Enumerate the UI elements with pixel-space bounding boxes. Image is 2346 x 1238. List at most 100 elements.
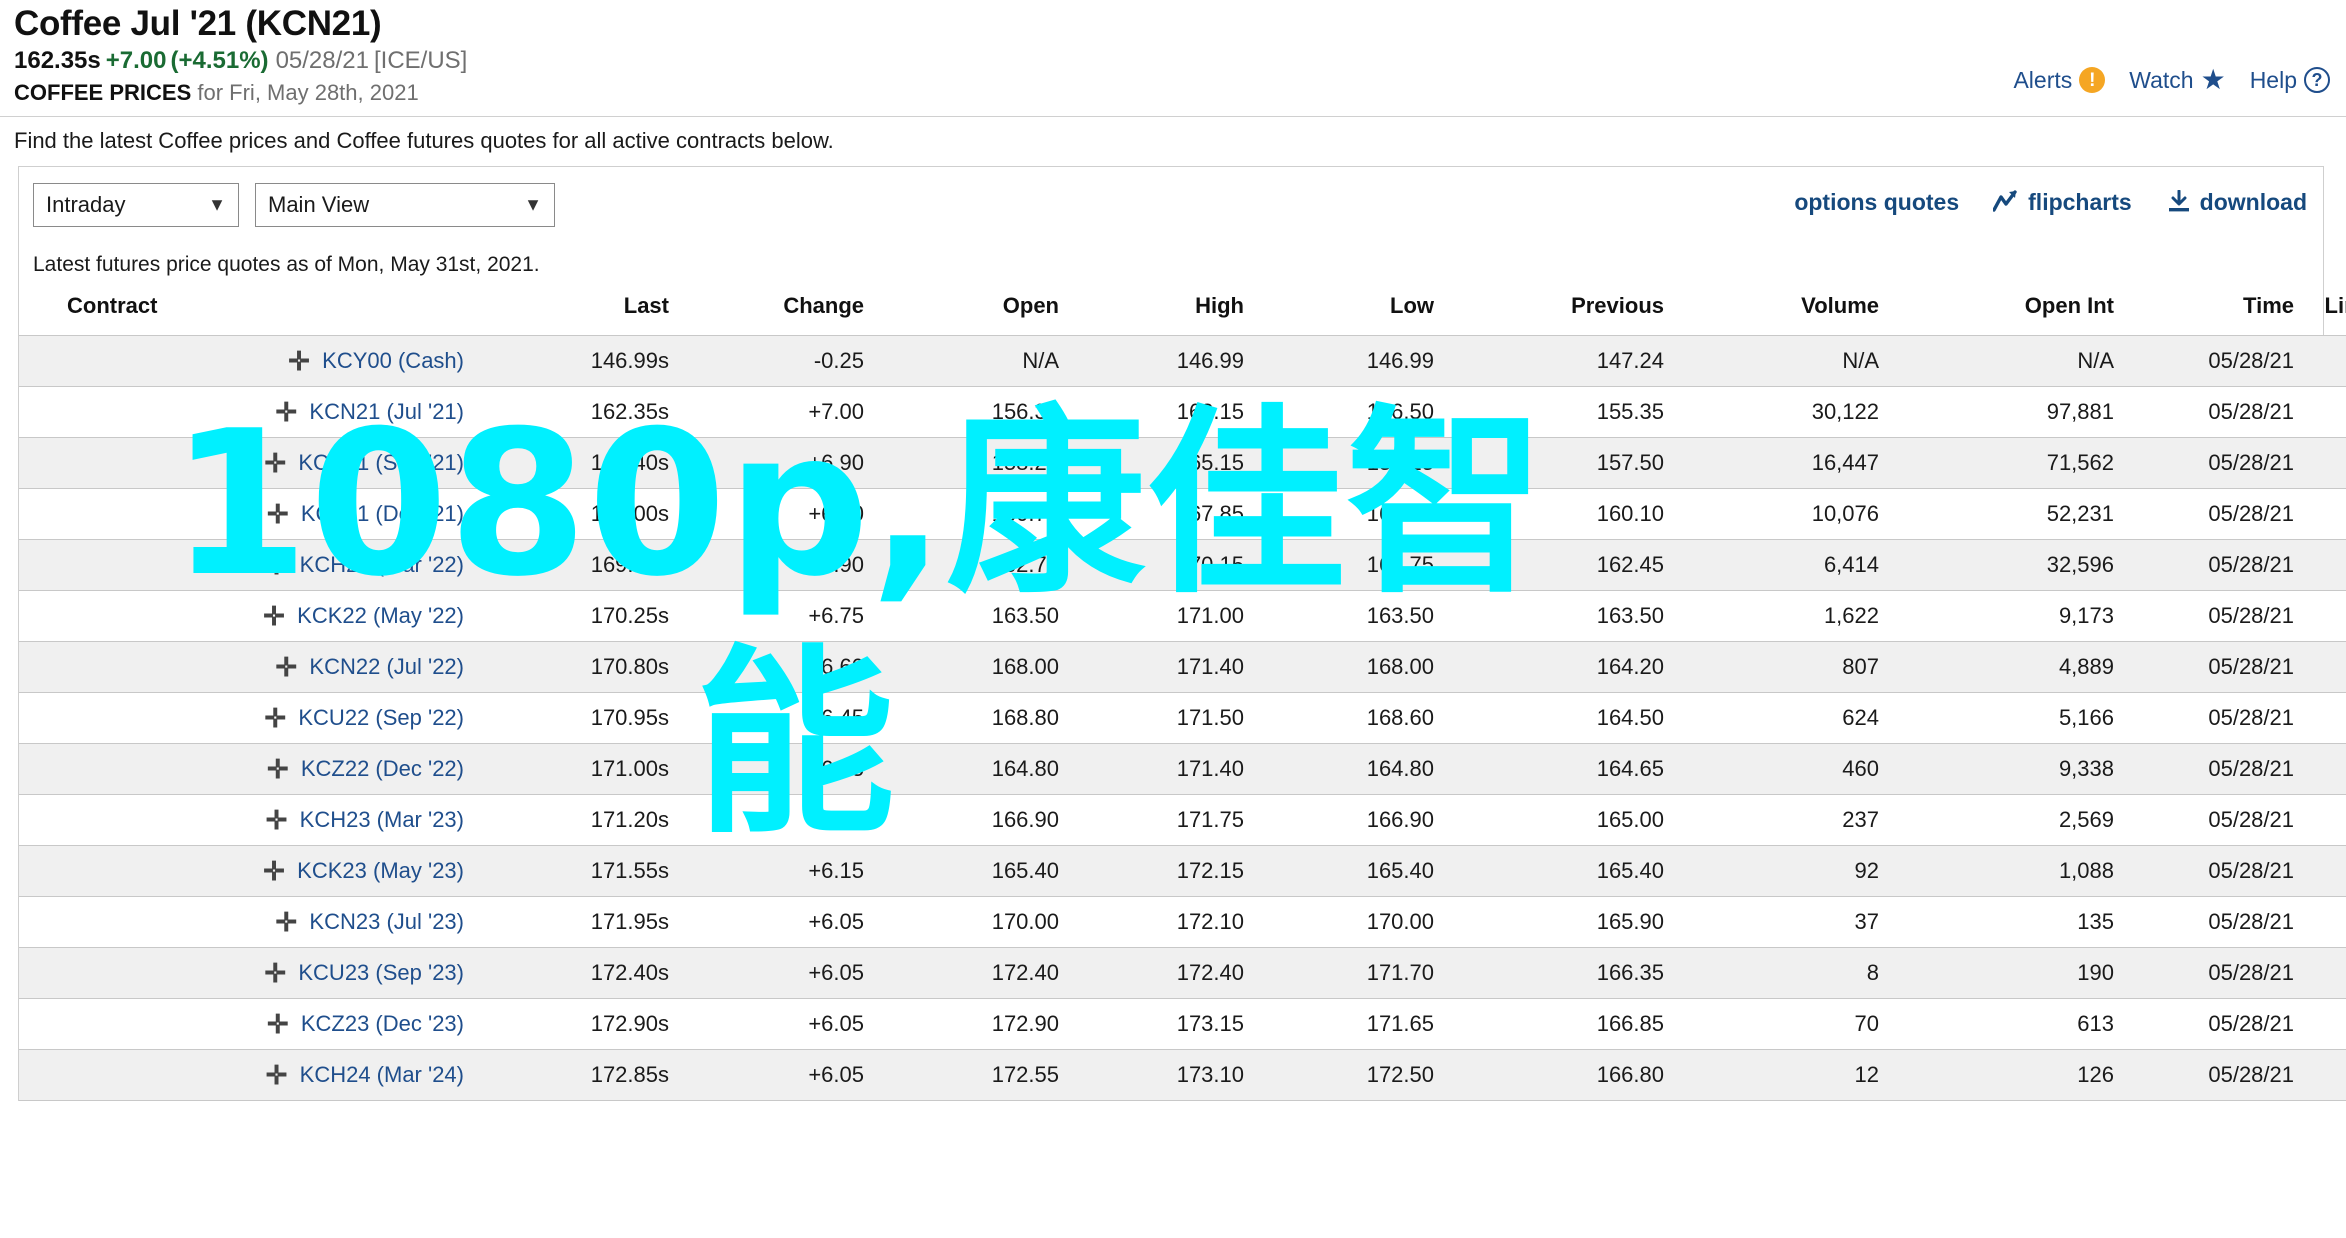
contract-link[interactable]: KCU23 (Sep '23)	[298, 960, 464, 985]
table-row: ✛ KCU21 (Sep '21) 164.40s +6.90 158.25 165.15…	[19, 437, 2346, 489]
quote-date: 05/28/21	[275, 46, 369, 74]
table-body: ✛ KCY00 (Cash) 146.99s -0.25 N/A 146.99 146.99…	[19, 335, 2346, 1101]
as-of-text: Latest futures price quotes as of Mon, M…	[33, 252, 540, 276]
table-row: ✛ KCY00 (Cash) 146.99s -0.25 N/A 146.99 146.99…	[19, 335, 2346, 387]
expand-plus-icon[interactable]: ✛	[264, 705, 286, 731]
help-label[interactable]: Help	[2250, 67, 2297, 94]
expand-plus-icon[interactable]: ✛	[275, 909, 297, 935]
contract-link[interactable]: KCH23 (Mar '23)	[300, 807, 464, 832]
contract-link[interactable]: KCZ22 (Dec '22)	[301, 756, 464, 781]
expand-plus-icon[interactable]: ✛	[263, 603, 285, 629]
contract-link[interactable]: KCH24 (Mar '24)	[300, 1062, 464, 1087]
options-quotes-link[interactable]: options quotes	[1794, 189, 1959, 216]
cell-links: ⋮	[2304, 590, 2346, 642]
contract-link[interactable]: KCK23 (May '23)	[297, 858, 464, 883]
download-link[interactable]: download	[2166, 189, 2307, 216]
table-header-row: Contract Last Change Open High Low Previ…	[19, 280, 2346, 336]
help-link[interactable]: Help ?	[2250, 67, 2330, 94]
cell-previous: 160.10	[1444, 488, 1674, 540]
col-header-contract[interactable]: Contract	[19, 280, 474, 336]
cell-high: 165.15	[1069, 437, 1254, 489]
expand-plus-icon[interactable]: ✛	[267, 756, 289, 782]
cell-contract: ✛ KCN22 (Jul '22)	[19, 641, 474, 693]
watch-link[interactable]: Watch ★	[2129, 66, 2225, 94]
cell-open-int: 5,166	[1889, 692, 2124, 744]
col-header-change[interactable]: Change	[679, 280, 874, 336]
cell-links: ⋮	[2304, 794, 2346, 846]
contract-link[interactable]: KCZ23 (Dec '23)	[301, 1011, 464, 1036]
flipcharts-link[interactable]: flipcharts	[1993, 189, 2132, 216]
cell-previous: 166.35	[1444, 947, 1674, 999]
cell-change: +7.00	[679, 386, 874, 438]
cell-time: 05/28/21	[2124, 947, 2304, 999]
contract-link[interactable]: KCU22 (Sep '22)	[298, 705, 464, 730]
contract-link[interactable]: KCN23 (Jul '23)	[309, 909, 464, 934]
col-header-open[interactable]: Open	[874, 280, 1069, 336]
cell-open: 163.50	[874, 590, 1069, 642]
section-subtitle-date: for Fri, May 28th, 2021	[197, 79, 419, 105]
expand-plus-icon[interactable]: ✛	[266, 552, 288, 578]
col-header-high[interactable]: High	[1069, 280, 1254, 336]
expand-plus-icon[interactable]: ✛	[275, 399, 297, 425]
cell-low: 168.60	[1254, 692, 1444, 744]
cell-low: 166.90	[1254, 794, 1444, 846]
cell-low: 165.40	[1254, 845, 1444, 897]
col-header-low[interactable]: Low	[1254, 280, 1444, 336]
contract-link[interactable]: KCY00 (Cash)	[322, 348, 464, 373]
view-period-value: Intraday	[46, 191, 126, 217]
cell-open-int: N/A	[1889, 335, 2124, 387]
expand-plus-icon[interactable]: ✛	[266, 1062, 288, 1088]
cell-time: 05/28/21	[2124, 794, 2304, 846]
alerts-link[interactable]: Alerts !	[2013, 67, 2106, 94]
cell-change: +6.35	[679, 743, 874, 795]
contract-link[interactable]: KCZ21 (Dec '21)	[301, 501, 464, 526]
expand-plus-icon[interactable]: ✛	[264, 450, 286, 476]
cell-contract: ✛ KCZ22 (Dec '22)	[19, 743, 474, 795]
expand-plus-icon[interactable]: ✛	[288, 348, 310, 374]
cell-last: 171.95s	[474, 896, 679, 948]
table-row: ✛ KCZ22 (Dec '22) 171.00s +6.35 164.80 171.40…	[19, 743, 2346, 795]
cell-previous: 165.00	[1444, 794, 1674, 846]
expand-plus-icon[interactable]: ✛	[275, 654, 297, 680]
expand-plus-icon[interactable]: ✛	[267, 501, 289, 527]
table-row: ✛ KCH24 (Mar '24) 172.85s +6.05 172.55 173.10…	[19, 1049, 2346, 1101]
expand-plus-icon[interactable]: ✛	[266, 807, 288, 833]
section-subtitle-label: COFFEE PRICES	[14, 79, 192, 105]
flipcharts-label: flipcharts	[2028, 188, 2132, 215]
col-header-volume[interactable]: Volume	[1674, 280, 1889, 336]
col-header-time[interactable]: Time	[2124, 280, 2304, 336]
futures-quotes-table: Contract Last Change Open High Low Previ…	[19, 280, 2346, 1101]
contract-link[interactable]: KCH22 (Mar '22)	[300, 552, 464, 577]
cell-open: 164.80	[874, 743, 1069, 795]
alerts-label[interactable]: Alerts	[2013, 67, 2072, 94]
cell-time: 05/28/21	[2124, 488, 2304, 540]
cell-previous: 164.50	[1444, 692, 1674, 744]
table-row: ✛ KCK22 (May '22) 170.25s +6.75 163.50 171.00…	[19, 590, 2346, 642]
view-mode-select[interactable]: Main View ▼	[255, 182, 555, 227]
contract-link[interactable]: KCK22 (May '22)	[297, 603, 464, 628]
cell-change: +6.05	[679, 998, 874, 1050]
col-header-previous[interactable]: Previous	[1444, 280, 1674, 336]
cell-links: ⋮	[2304, 488, 2346, 540]
cell-open: 156.35	[874, 386, 1069, 438]
contract-link[interactable]: KCN21 (Jul '21)	[309, 399, 464, 424]
expand-plus-icon[interactable]: ✛	[267, 1011, 289, 1037]
contract-link[interactable]: KCU21 (Sep '21)	[298, 450, 464, 475]
quote-last-price: 162.35s	[14, 46, 101, 74]
cell-volume: 30,122	[1674, 386, 1889, 438]
cell-open: 172.40	[874, 947, 1069, 999]
section-subtitle: COFFEE PRICES for Fri, May 28th, 2021	[14, 80, 2346, 106]
cell-time: 05/28/21	[2124, 437, 2304, 489]
cell-open: 170.00	[874, 896, 1069, 948]
col-header-open-int[interactable]: Open Int	[1889, 280, 2124, 336]
cell-high: 146.99	[1069, 335, 1254, 387]
view-period-select[interactable]: Intraday ▼	[33, 182, 239, 227]
cell-high: 173.15	[1069, 998, 1254, 1050]
expand-plus-icon[interactable]: ✛	[264, 960, 286, 986]
cell-previous: 164.20	[1444, 641, 1674, 693]
contract-link[interactable]: KCN22 (Jul '22)	[309, 654, 464, 679]
col-header-last[interactable]: Last	[474, 280, 679, 336]
expand-plus-icon[interactable]: ✛	[263, 858, 285, 884]
cell-volume: 1,622	[1674, 590, 1889, 642]
watch-label[interactable]: Watch	[2129, 67, 2193, 94]
